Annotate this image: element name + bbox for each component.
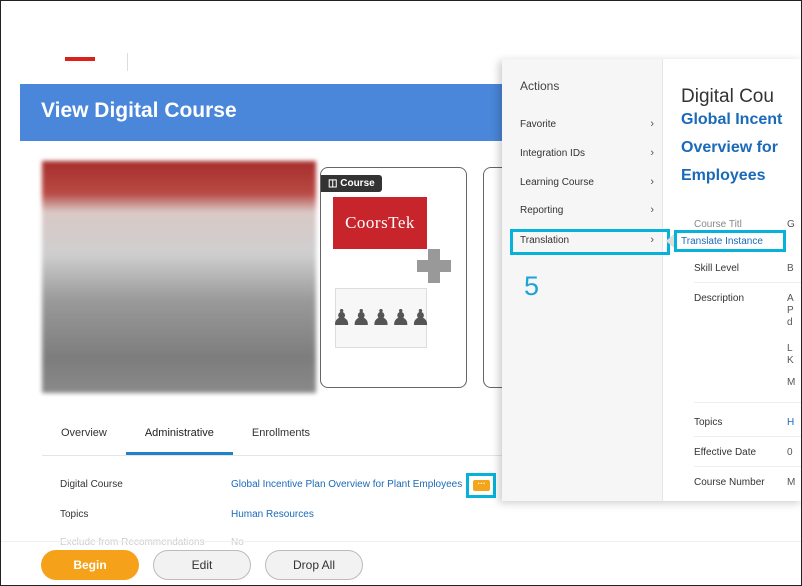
action-integration-ids[interactable]: Integration IDs › (520, 147, 654, 159)
page-header: View Digital Course (20, 84, 540, 141)
course-tag-label: Course (340, 178, 375, 189)
chevron-right-icon: › (650, 147, 654, 159)
plus-icon (417, 249, 451, 283)
course-number-label: Course Number (694, 477, 765, 488)
detail-subtitle-line1[interactable]: Global Incent (681, 111, 782, 129)
people-glyph: ♟♟♟♟♟ (331, 305, 431, 330)
chevron-right-icon: › (650, 118, 654, 130)
action-reporting[interactable]: Reporting › (520, 204, 654, 216)
course-number-value: M (787, 477, 796, 488)
drop-all-button[interactable]: Drop All (265, 550, 363, 580)
coorstek-logo-text: CoorsTek (345, 213, 415, 232)
related-actions-button[interactable]: ··· (473, 480, 490, 491)
divider (694, 436, 801, 437)
divider (127, 53, 128, 71)
chevron-right-icon: › (650, 176, 654, 188)
brand-logo[interactable] (65, 57, 95, 61)
course-title-value: G (787, 219, 795, 230)
people-icon: ♟♟♟♟♟ (332, 288, 430, 348)
action-label: Favorite (520, 119, 557, 130)
topics-detail-value[interactable]: H (787, 417, 794, 428)
divider (694, 402, 801, 403)
begin-button[interactable]: Begin (41, 550, 139, 580)
detail-panel: Digital Cou Global Incent Overview for E… (664, 59, 801, 501)
effective-date-label: Effective Date (694, 447, 757, 458)
coorstek-logo: CoorsTek (333, 197, 427, 249)
tab-bar: Overview Administrative Enrollments (42, 421, 329, 455)
chevron-right-icon: › (650, 204, 654, 216)
translation-highlight (510, 229, 670, 255)
tab-overview[interactable]: Overview (42, 421, 126, 455)
step-5-annotation: 5 (524, 271, 540, 301)
topics-label: Topics (60, 509, 89, 520)
detail-title: Digital Cou (681, 86, 774, 107)
action-label: Reporting (520, 205, 564, 216)
description-cont-1: P (787, 305, 794, 316)
actions-menu: Actions Favorite › Integration IDs › Lea… (502, 59, 663, 501)
footer-divider (1, 541, 801, 542)
description-cont-3: L (787, 343, 793, 354)
digital-course-label: Digital Course (60, 479, 123, 490)
tab-divider (42, 455, 502, 456)
divider (694, 466, 801, 467)
action-label: Learning Course (520, 177, 594, 188)
action-favorite[interactable]: Favorite › (520, 118, 654, 130)
effective-date-value: 0 (787, 447, 793, 458)
detail-subtitle-line2[interactable]: Overview for (681, 139, 778, 157)
course-tag-icon: ◫ (328, 178, 341, 189)
app-frame: View Digital Course ◫ Course CoorsTek ♟♟… (0, 0, 802, 586)
related-actions-highlight: ··· (466, 473, 496, 498)
edit-button[interactable]: Edit (153, 550, 251, 580)
action-label: Integration IDs (520, 148, 586, 159)
actions-title: Actions (520, 79, 560, 93)
exclude-value: No (231, 537, 244, 548)
description-cont-5: M (787, 377, 796, 388)
description-cont-4: K (787, 355, 794, 366)
divider (694, 282, 801, 283)
tab-administrative[interactable]: Administrative (125, 421, 233, 455)
action-learning-course[interactable]: Learning Course › (520, 176, 654, 188)
description-cont-2: d (787, 317, 793, 328)
description-label: Description (694, 293, 745, 304)
exclude-label: Exclude from Recommendations (60, 537, 205, 548)
skill-level-label: Skill Level (694, 263, 740, 274)
course-image (42, 161, 316, 393)
description-value: A (787, 293, 794, 304)
tab-enrollments[interactable]: Enrollments (233, 421, 329, 455)
digital-course-link[interactable]: Global Incentive Plan Overview for Plant… (231, 479, 462, 490)
skill-level-value: B (787, 263, 794, 274)
page-title: View Digital Course (41, 99, 237, 122)
course-tag: ◫ Course (321, 175, 382, 192)
topics-detail-label: Topics (694, 417, 723, 428)
detail-subtitle-line3[interactable]: Employees (681, 167, 765, 185)
actions-panel: Actions Favorite › Integration IDs › Lea… (502, 59, 801, 501)
topics-link[interactable]: Human Resources (231, 509, 314, 520)
course-title-label: Course Titl (694, 219, 742, 230)
